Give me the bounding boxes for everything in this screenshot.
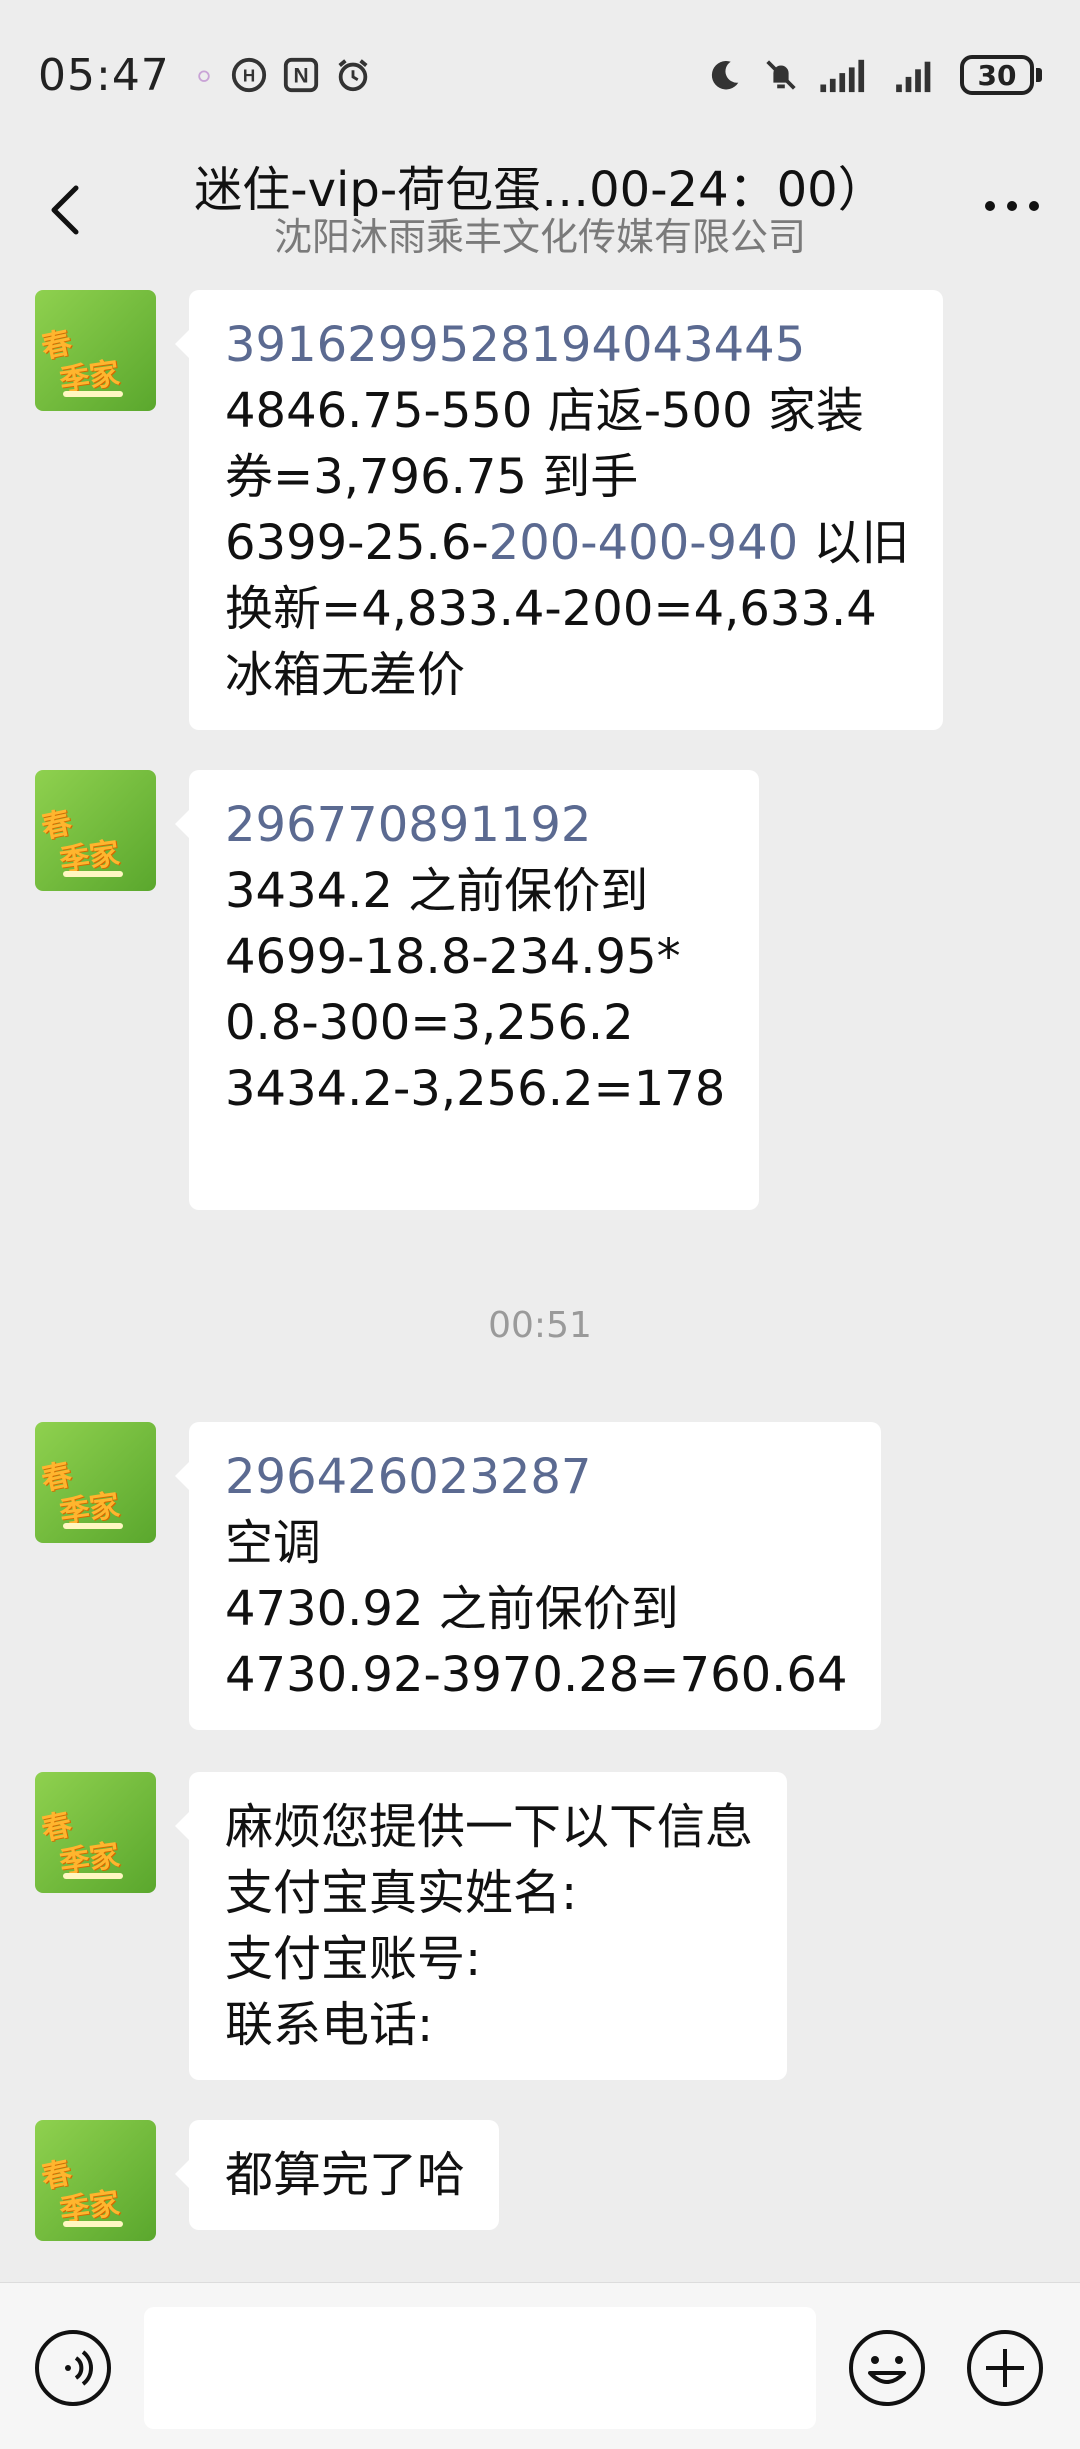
message-text: 换新=4,833.4-200=4,633.4 bbox=[225, 581, 877, 637]
message-line: 3434.2-3,256.2=178 bbox=[225, 1056, 725, 1122]
avatar[interactable]: 春季家 bbox=[35, 770, 156, 891]
message-line: 4846.75-550 店返-500 家装 bbox=[225, 378, 909, 444]
battery-level: 30 bbox=[960, 55, 1034, 95]
hd-call-icon: H bbox=[231, 57, 266, 93]
voice-input-icon[interactable] bbox=[32, 2327, 114, 2409]
message-line: 296770891192 bbox=[225, 792, 725, 858]
message-bubble[interactable]: 都算完了哈 bbox=[174, 2120, 500, 2230]
more-options-icon[interactable] bbox=[980, 186, 1044, 226]
signal-icon bbox=[820, 59, 865, 93]
message-bubble[interactable]: 296426023287 空调 4730.92 之前保价到 4730.92-3970.… bbox=[174, 1422, 882, 1730]
message-line: 麻烦您提供一下以下信息 bbox=[225, 1794, 753, 1860]
moon-icon bbox=[711, 60, 739, 90]
message-line: 296426023287 bbox=[225, 1444, 847, 1510]
input-bar bbox=[0, 2282, 1080, 2449]
message-text: 冰箱无差价 bbox=[225, 647, 466, 703]
chat-subtitle: 沈阳沐雨乘丰文化传媒有限公司 bbox=[273, 215, 806, 259]
svg-text:H: H bbox=[243, 67, 255, 86]
message-bubble[interactable]: 3916299528194043445 4846.75-550 店返-500 家装… bbox=[174, 290, 944, 730]
message-text: 4699-18.8-234.95* bbox=[225, 929, 681, 985]
message-text: 3434.2 之前保价到 bbox=[225, 863, 649, 919]
message-text: 支付宝真实姓名: bbox=[225, 1865, 578, 1921]
message-link[interactable]: 296426023287 bbox=[225, 1449, 591, 1505]
message-line: 券=3,796.75 到手 bbox=[225, 444, 909, 510]
message-text: 6399-25.6- bbox=[225, 515, 489, 571]
status-time: 05:47 bbox=[38, 49, 170, 101]
message-line: 4699-18.8-234.95* bbox=[225, 924, 725, 990]
message-line: 冰箱无差价 bbox=[225, 642, 909, 708]
message-line: 4730.92 之前保价到 bbox=[225, 1576, 847, 1642]
svg-text:N: N bbox=[293, 65, 308, 88]
message-text: 4846.75-550 店返-500 家装 bbox=[225, 383, 864, 439]
message-line: 空调 bbox=[225, 1510, 847, 1576]
message-bubble[interactable]: 296770891192 3434.2 之前保价到 4699-18.8-234.95… bbox=[174, 770, 760, 1210]
message-text: 支付宝账号: bbox=[225, 1931, 482, 1987]
cloud-icon bbox=[198, 70, 210, 82]
status-right-icons: 30 bbox=[706, 55, 1042, 95]
message-text: 以旧 bbox=[798, 515, 910, 571]
message-input[interactable] bbox=[144, 2307, 816, 2429]
message-text: 麻烦您提供一下以下信息 bbox=[225, 1799, 754, 1855]
alarm-icon bbox=[338, 59, 368, 92]
avatar[interactable]: 春季家 bbox=[35, 290, 156, 411]
message-text: 4730.92 之前保价到 bbox=[225, 1581, 679, 1637]
message-text: 券=3,796.75 到手 bbox=[225, 449, 639, 505]
emoji-icon[interactable] bbox=[846, 2327, 928, 2409]
message-line: 联系电话: bbox=[225, 1992, 753, 2058]
signal-icon-2 bbox=[896, 61, 931, 93]
message-text: 都算完了哈 bbox=[225, 2147, 466, 2203]
message-line: 4730.92-3970.28=760.64 bbox=[225, 1642, 847, 1708]
nfc-icon: N bbox=[283, 57, 318, 93]
message-timestamp: 00:51 bbox=[488, 1305, 592, 1346]
chat-header: 迷住-vip-荷包蛋…00-24：00） 沈阳沐雨乘丰文化传媒有限公司 bbox=[0, 150, 1080, 278]
message-line: 3916299528194043445 bbox=[225, 312, 909, 378]
message-text: 联系电话: bbox=[225, 1997, 434, 2053]
message-line: 6399-25.6-200-400-940 以旧 bbox=[225, 510, 909, 576]
status-bar: 05:47 H N 30 bbox=[0, 0, 1080, 150]
message-text: 4730.92-3970.28=760.64 bbox=[225, 1647, 848, 1703]
message-link[interactable]: 200-400-940 bbox=[489, 515, 799, 571]
message-line: 支付宝账号: bbox=[225, 1926, 753, 1992]
message-text: 3434.2-3,256.2=178 bbox=[225, 1061, 726, 1117]
message-text: 空调 bbox=[225, 1515, 322, 1571]
battery-icon: 30 bbox=[960, 55, 1042, 95]
status-left-icons: H N bbox=[192, 56, 372, 94]
plus-icon[interactable] bbox=[964, 2327, 1046, 2409]
message-link[interactable]: 3916299528194043445 bbox=[225, 317, 805, 373]
message-line: 都算完了哈 bbox=[225, 2142, 465, 2208]
message-bubble[interactable]: 麻烦您提供一下以下信息 支付宝真实姓名: 支付宝账号: 联系电话: bbox=[174, 1772, 788, 2080]
avatar[interactable]: 春季家 bbox=[35, 1422, 156, 1543]
message-text: 0.8-300=3,256.2 bbox=[225, 995, 634, 1051]
message-line: 换新=4,833.4-200=4,633.4 bbox=[225, 576, 909, 642]
message-link[interactable]: 296770891192 bbox=[225, 797, 591, 853]
avatar[interactable]: 春季家 bbox=[35, 1772, 156, 1893]
message-line: 支付宝真实姓名: bbox=[225, 1860, 753, 1926]
message-line: 0.8-300=3,256.2 bbox=[225, 990, 725, 1056]
message-line: 3434.2 之前保价到 bbox=[225, 858, 725, 924]
avatar[interactable]: 春季家 bbox=[35, 2120, 156, 2241]
mute-bell-icon bbox=[766, 60, 796, 90]
